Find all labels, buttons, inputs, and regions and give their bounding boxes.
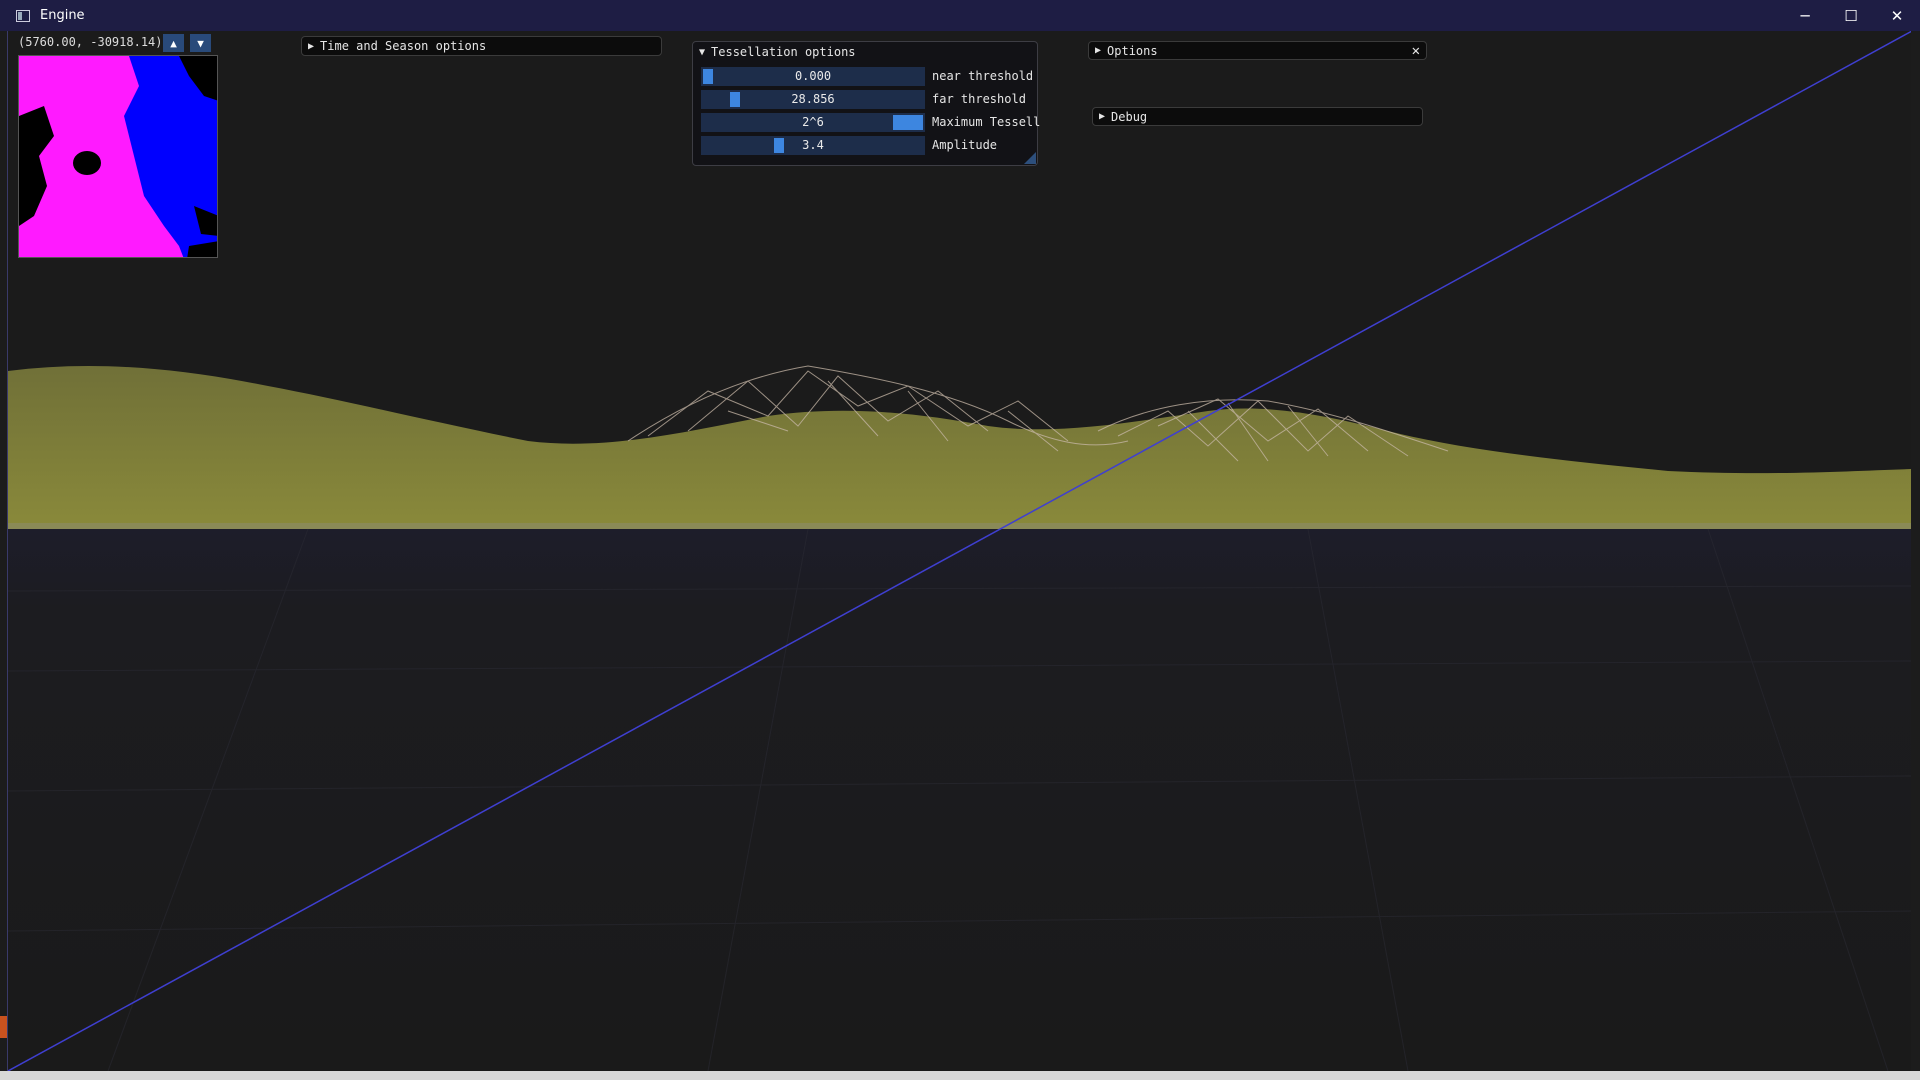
taskbar-strip [0,1071,1920,1080]
slider-label: Amplitude [932,138,998,152]
window-title: Engine [40,8,85,23]
maximize-button[interactable]: ☐ [1828,0,1874,31]
resize-grip-icon[interactable] [1024,152,1036,164]
window-controls: ─ ☐ ✕ [1782,0,1920,31]
slider-amplitude: 3.4 Amplitude [701,136,1035,155]
slider-value: 2^6 [802,115,824,129]
collapse-arrow-icon: ▼ [699,46,706,58]
ground-plane [8,529,1911,1071]
zoom-out-button[interactable]: ▼ [190,34,211,52]
minimap[interactable] [18,55,218,258]
debug-panel-header[interactable]: ▶ Debug [1092,107,1423,126]
coordinate-readout: (5760.00, -30918.14) [18,35,163,49]
tessellation-title: Tessellation options [711,45,856,59]
slider-value: 28.856 [791,92,835,106]
time-season-label: Time and Season options [320,39,487,53]
slider-near-threshold: 0.000 near threshold [701,67,1035,86]
close-button[interactable]: ✕ [1874,0,1920,31]
app-icon [16,9,30,22]
title-bar: Engine ─ ☐ ✕ [0,0,1920,31]
slider-value: 0.000 [794,69,832,83]
minimap-image [19,56,217,257]
slider-far-threshold: 28.856 far threshold [701,90,1035,109]
slider-max-tessellation: 2^6 Maximum Tessell [701,113,1040,132]
zoom-in-button[interactable]: ▲ [163,34,184,52]
tessellation-header[interactable]: ▼ Tessellation options [693,42,1037,62]
debug-label: Debug [1111,109,1148,124]
terrain-hills [8,366,1911,531]
time-season-panel-header[interactable]: ▶ Time and Season options [301,36,662,56]
slider-label: near threshold [932,69,1034,83]
slider-value: 3.4 [802,138,824,152]
terrain-scene [8,31,1911,1071]
slider-label: Maximum Tessell [932,115,1041,129]
expand-arrow-icon: ▶ [308,40,315,52]
taskbar-edge [0,1016,7,1038]
options-panel-header[interactable]: ▶ Options ✕ [1088,41,1427,60]
slider-label: far threshold [932,92,1026,106]
render-viewport[interactable] [7,31,1911,1071]
minimize-button[interactable]: ─ [1782,0,1828,31]
expand-arrow-icon: ▶ [1095,45,1102,56]
tessellation-window: ▼ Tessellation options 0.000 near thresh… [692,41,1040,166]
close-icon[interactable]: ✕ [1412,43,1420,59]
options-label: Options [1107,43,1158,58]
expand-arrow-icon: ▶ [1099,111,1106,122]
